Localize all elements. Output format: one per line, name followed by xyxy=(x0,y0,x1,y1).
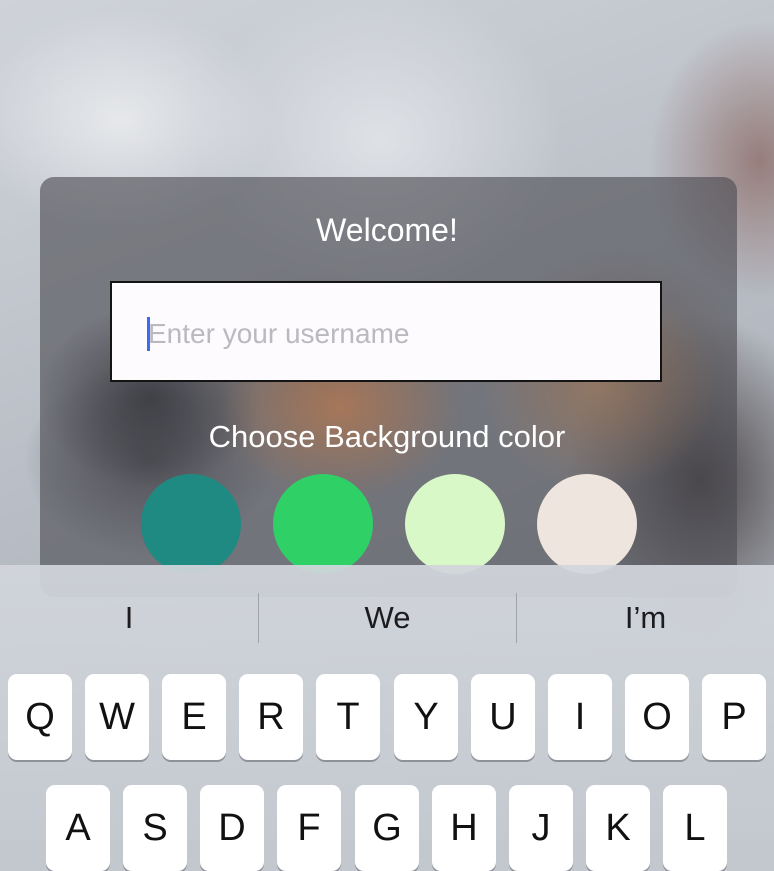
color-swatch-light-green[interactable] xyxy=(405,474,505,574)
key-q[interactable]: Q xyxy=(8,674,72,760)
color-swatch-green[interactable] xyxy=(273,474,373,574)
color-swatch-teal[interactable] xyxy=(141,474,241,574)
username-placeholder: Enter your username xyxy=(148,318,410,349)
key-j[interactable]: J xyxy=(509,785,573,871)
key-a[interactable]: A xyxy=(46,785,110,871)
key-s[interactable]: S xyxy=(123,785,187,871)
dialog-title: Welcome! xyxy=(316,212,458,248)
key-f[interactable]: F xyxy=(277,785,341,871)
username-input[interactable]: Enter your username xyxy=(110,281,662,382)
suggestion-3[interactable]: I’m xyxy=(517,565,774,670)
key-i[interactable]: I xyxy=(548,674,612,760)
key-g[interactable]: G xyxy=(355,785,419,871)
key-l[interactable]: L xyxy=(663,785,727,871)
key-o[interactable]: O xyxy=(625,674,689,760)
key-w[interactable]: W xyxy=(85,674,149,760)
key-h[interactable]: H xyxy=(432,785,496,871)
onscreen-keyboard: I We I’m Q W E R T Y U I O P A S D F G H… xyxy=(0,565,774,871)
key-e[interactable]: E xyxy=(162,674,226,760)
color-prompt: Choose Background color xyxy=(208,419,566,454)
key-r[interactable]: R xyxy=(239,674,303,760)
suggestion-1[interactable]: I xyxy=(0,565,258,670)
key-d[interactable]: D xyxy=(200,785,264,871)
key-p[interactable]: P xyxy=(702,674,766,760)
predictive-bar: I We I’m xyxy=(0,565,774,670)
key-k[interactable]: K xyxy=(586,785,650,871)
key-u[interactable]: U xyxy=(471,674,535,760)
key-t[interactable]: T xyxy=(316,674,380,760)
color-swatch-beige[interactable] xyxy=(537,474,637,574)
key-y[interactable]: Y xyxy=(394,674,458,760)
suggestion-2[interactable]: We xyxy=(259,565,516,670)
